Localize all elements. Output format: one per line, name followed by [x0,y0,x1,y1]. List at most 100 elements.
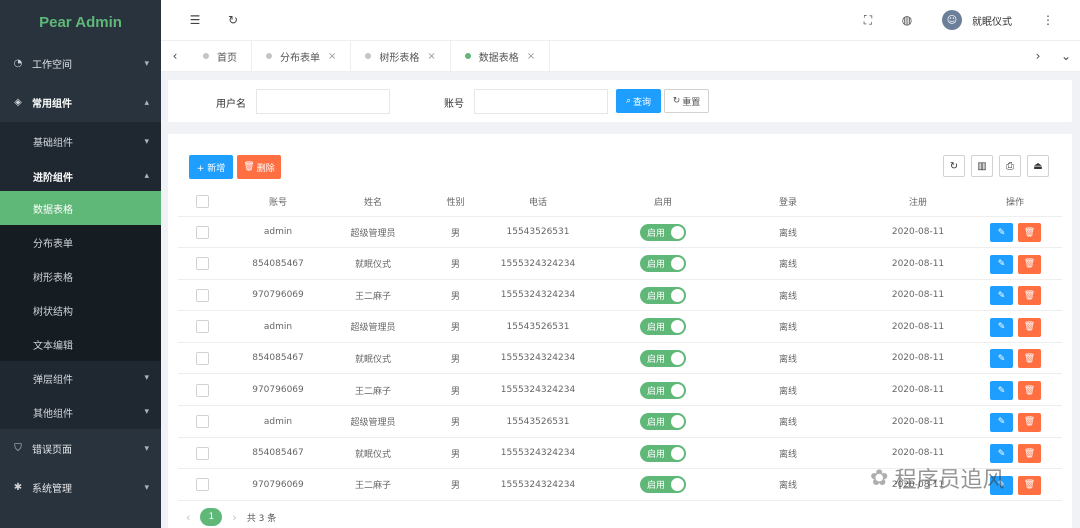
toggle-knob [671,225,684,239]
prev-page-icon[interactable]: ‹ [186,511,190,524]
sidebar-item-text-editor[interactable]: 文本编辑 [0,327,161,361]
total-count: 共 3 条 [246,513,277,524]
register-date-cell: 2020-08-11 [891,353,945,364]
sex-cell: 男 [450,386,460,397]
enable-toggle[interactable]: 启用 [640,318,686,336]
trash-icon[interactable]: 🗑 [1018,475,1041,495]
export-icon[interactable]: ⏏ [1027,155,1049,177]
account-input[interactable] [474,89,608,114]
trash-icon[interactable]: 🗑 [1018,223,1041,242]
chevron-down-icon[interactable]: ⌄ [1052,41,1080,71]
more-vertical-icon[interactable]: ⋮ [1038,10,1058,30]
login-status-cell: 离线 [778,386,797,397]
trash-icon[interactable]: 🗑 [1018,381,1041,400]
refresh-icon[interactable]: ↻ [943,155,965,177]
submenu-common-components: 基础组件 ▾ 进阶组件 ▴ 数据表格 分布表单 树形表格 树状结构 文本编辑 弹… [0,122,161,429]
chevron-up-icon: ▴ [144,97,149,108]
row-checkbox[interactable] [195,383,209,397]
trash-icon[interactable]: 🗑 [1018,412,1041,432]
delete-button[interactable]: 🗑 删除 [237,155,281,179]
trash-icon[interactable]: 🗑 [1018,349,1041,369]
edit-icon[interactable]: ✎ [990,286,1013,306]
row-checkbox[interactable] [195,415,209,429]
enable-toggle[interactable]: 启用 [640,255,686,273]
table-row: 970796069 王二麻子 男 1555324324234 启用 离线 2020-08-1… [178,280,1062,312]
sidebar-item-tree-table[interactable]: 树形表格 [0,259,161,293]
sidebar-item-distribution-form[interactable]: 分布表单 [0,225,161,259]
tab-tree-table[interactable]: 树形表格 × [351,41,451,71]
close-icon[interactable]: × [427,51,435,62]
enable-toggle[interactable]: 启用 [640,476,686,494]
row-checkbox[interactable] [195,225,209,239]
sidebar-item-workspace[interactable]: ◔ 工作空间 ▾ [0,44,161,83]
toggle-knob [671,320,684,334]
edit-icon[interactable]: ✎ [990,444,1013,464]
trash-icon[interactable]: 🗑 [1018,444,1041,464]
edit-icon[interactable]: ✎ [990,254,1013,274]
enable-toggle[interactable]: 启用 [640,223,686,241]
trash-icon[interactable]: 🗑 [1018,254,1041,274]
row-checkbox[interactable] [195,478,209,492]
print-icon[interactable]: ⎙ [999,155,1021,177]
next-page-icon[interactable]: › [232,511,236,524]
close-icon[interactable]: × [328,51,336,62]
tab-data-table[interactable]: 数据表格 × [451,41,551,71]
chevron-down-icon: ▾ [144,373,149,383]
sidebar-item-error-pages[interactable]: ⛉ 错误页面 ▾ [0,429,161,468]
columns-icon[interactable]: ▥ [971,155,993,177]
close-icon[interactable]: × [527,51,535,62]
sidebar-item-layer-components[interactable]: 弹层组件 ▾ [0,361,161,395]
fullscreen-icon[interactable]: ⛶ [858,10,878,30]
edit-icon[interactable]: ✎ [990,381,1013,400]
row-checkbox[interactable] [195,446,209,460]
sex-cell: 男 [450,354,460,365]
page-number[interactable]: 1 [200,508,223,526]
phone-cell: 1555324324234 [500,479,576,490]
table-row: admin 超级管理员 男 15543526531 启用 离线 2020-08-11 ✎ 🗑 [178,407,1062,438]
phone-cell: 1555324324234 [500,448,576,459]
tab-scroll-right-icon[interactable]: › [1024,41,1052,71]
sidebar-item-label: 树状结构 [33,306,73,318]
row-checkbox[interactable] [195,257,209,271]
menu-collapse-icon[interactable]: ☰ [185,10,205,30]
enable-toggle[interactable]: 启用 [640,444,686,462]
username-label[interactable]: 就眠仪式 [972,13,1012,28]
sidebar-item-other-components[interactable]: 其他组件 ▾ [0,395,161,429]
tab-distribution-form[interactable]: 分布表单 × [252,41,352,71]
enable-toggle[interactable]: 启用 [640,381,686,399]
enable-toggle[interactable]: 启用 [640,413,686,431]
query-button[interactable]: ⌕ 查询 [616,89,661,113]
sidebar-item-tree-structure[interactable]: 树状结构 [0,293,161,327]
tab-scroll-left-icon[interactable]: ‹ [161,41,189,71]
sidebar-item-advanced-components[interactable]: 进阶组件 ▴ [0,161,161,191]
username-input[interactable] [256,89,390,114]
row-checkbox[interactable] [195,288,209,302]
sidebar-item-basic-components[interactable]: 基础组件 ▾ [0,122,161,161]
edit-icon[interactable]: ✎ [990,317,1013,337]
register-date-cell: 2020-08-11 [891,227,945,237]
tab-home[interactable]: 首页 [189,41,252,71]
edit-icon[interactable]: ✎ [990,223,1013,242]
add-button[interactable]: + 新增 [189,155,233,179]
sidebar-item-system-management[interactable]: ✱ 系统管理 ▾ [0,468,161,507]
toggle-knob [671,351,684,365]
tab-dot-icon [266,53,272,59]
globe-icon[interactable]: ◍ [897,10,917,30]
enable-toggle[interactable]: 启用 [640,349,686,367]
avatar[interactable]: ☺ [942,10,962,30]
sex-cell: 男 [450,449,460,460]
select-all-checkbox[interactable] [195,194,209,208]
edit-icon[interactable]: ✎ [990,412,1013,432]
search-form: 用户名 账号 ⌕ 查询 ↻ 重置 [168,80,1072,122]
trash-icon[interactable]: 🗑 [1018,317,1041,337]
reset-button[interactable]: ↻ 重置 [664,89,709,113]
trash-icon[interactable]: 🗑 [1018,286,1041,306]
edit-icon[interactable]: ✎ [990,349,1013,369]
sidebar-item-label: 树形表格 [33,272,73,284]
refresh-icon[interactable]: ↻ [223,10,243,30]
row-checkbox[interactable] [195,320,209,334]
enable-toggle[interactable]: 启用 [640,286,686,304]
sidebar-item-data-table[interactable]: 数据表格 [0,191,161,225]
row-checkbox[interactable] [195,351,209,365]
sidebar-item-common-components[interactable]: ◈ 常用组件 ▴ [0,83,161,122]
